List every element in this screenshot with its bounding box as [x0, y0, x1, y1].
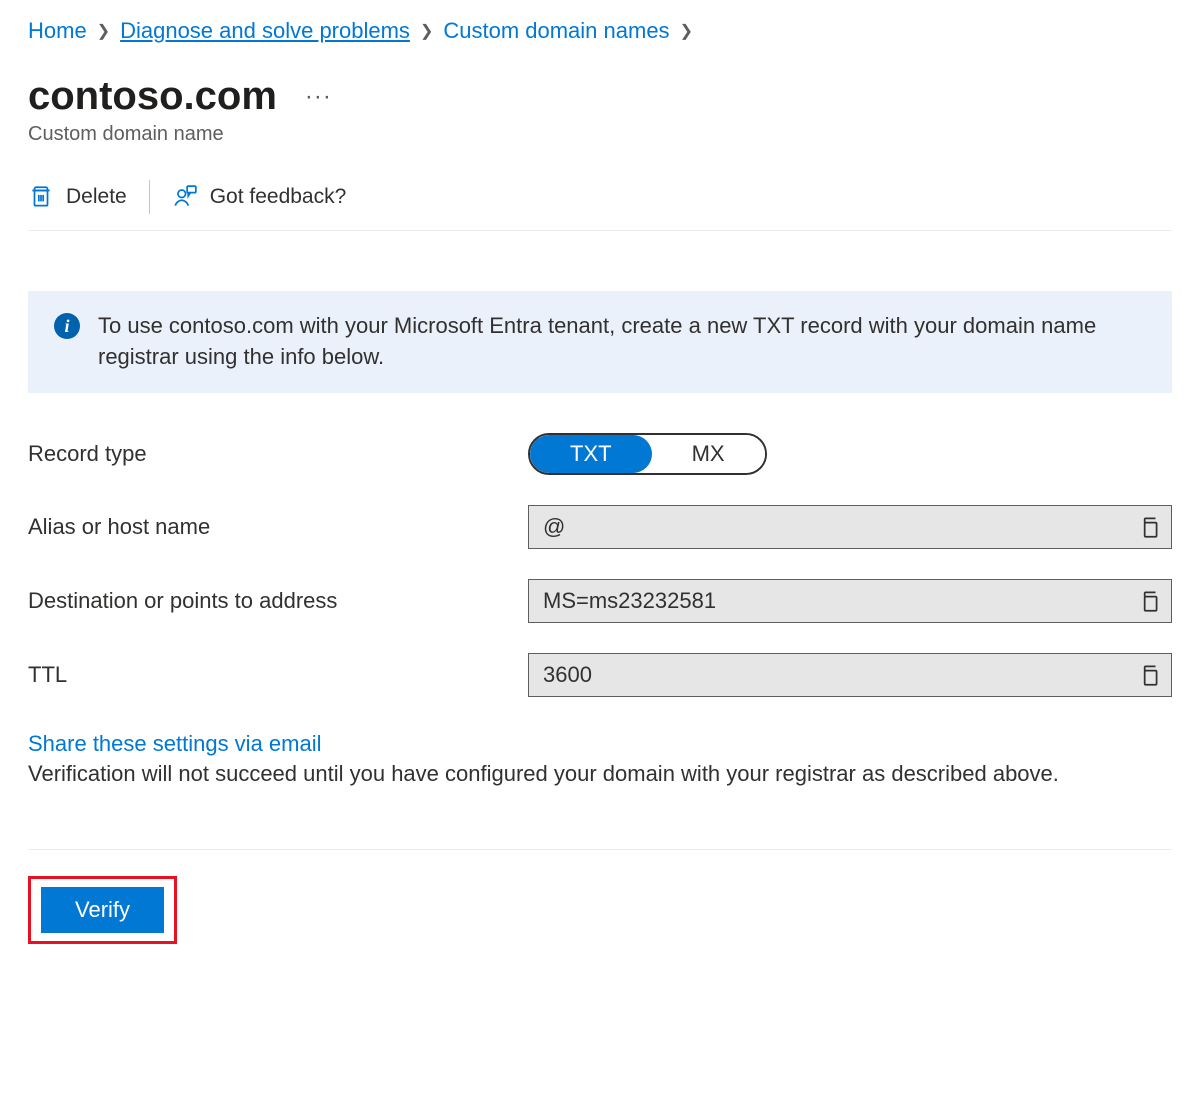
verify-button[interactable]: Verify — [41, 887, 164, 933]
feedback-person-icon — [172, 184, 198, 210]
toolbar-separator — [149, 180, 150, 214]
feedback-label: Got feedback? — [210, 185, 347, 209]
chevron-right-icon: ❯ — [680, 21, 693, 41]
chevron-right-icon: ❯ — [97, 21, 110, 41]
record-type-toggle: TXT MX — [528, 433, 767, 475]
page-subtitle: Custom domain name — [28, 123, 1172, 146]
share-settings-link[interactable]: Share these settings via email — [28, 731, 322, 757]
copy-destination-button[interactable] — [1127, 588, 1171, 614]
copy-icon — [1136, 514, 1162, 540]
delete-button[interactable]: Delete — [28, 184, 127, 210]
verification-note: Verification will not succeed until you … — [28, 759, 1172, 790]
trash-icon — [28, 184, 54, 210]
info-text: To use contoso.com with your Microsoft E… — [98, 311, 1146, 373]
ttl-field: 3600 — [528, 653, 1172, 697]
record-type-label: Record type — [28, 441, 528, 467]
info-icon: i — [54, 313, 80, 339]
breadcrumb-diagnose[interactable]: Diagnose and solve problems — [120, 18, 410, 44]
copy-icon — [1136, 662, 1162, 688]
alias-field: @ — [528, 505, 1172, 549]
feedback-button[interactable]: Got feedback? — [172, 184, 347, 210]
delete-label: Delete — [66, 185, 127, 209]
alias-value: @ — [529, 514, 1127, 540]
copy-alias-button[interactable] — [1127, 514, 1171, 540]
copy-icon — [1136, 588, 1162, 614]
alias-label: Alias or host name — [28, 514, 528, 540]
ttl-label: TTL — [28, 662, 528, 688]
ttl-value: 3600 — [529, 662, 1127, 688]
chevron-right-icon: ❯ — [420, 21, 433, 41]
destination-field: MS=ms23232581 — [528, 579, 1172, 623]
copy-ttl-button[interactable] — [1127, 662, 1171, 688]
footer-divider — [28, 849, 1172, 850]
breadcrumb: Home ❯ Diagnose and solve problems ❯ Cus… — [28, 18, 1172, 44]
toolbar: Delete Got feedback? — [28, 180, 1172, 231]
verify-highlight: Verify — [28, 876, 177, 944]
destination-label: Destination or points to address — [28, 588, 528, 614]
breadcrumb-home[interactable]: Home — [28, 18, 87, 44]
page-title: contoso.com — [28, 74, 277, 119]
more-actions-button[interactable]: ··· — [305, 83, 332, 111]
info-banner: i To use contoso.com with your Microsoft… — [28, 291, 1172, 393]
record-type-txt[interactable]: TXT — [530, 435, 652, 473]
record-type-mx[interactable]: MX — [652, 435, 765, 473]
breadcrumb-custom-domains[interactable]: Custom domain names — [443, 18, 669, 44]
destination-value: MS=ms23232581 — [529, 588, 1127, 614]
